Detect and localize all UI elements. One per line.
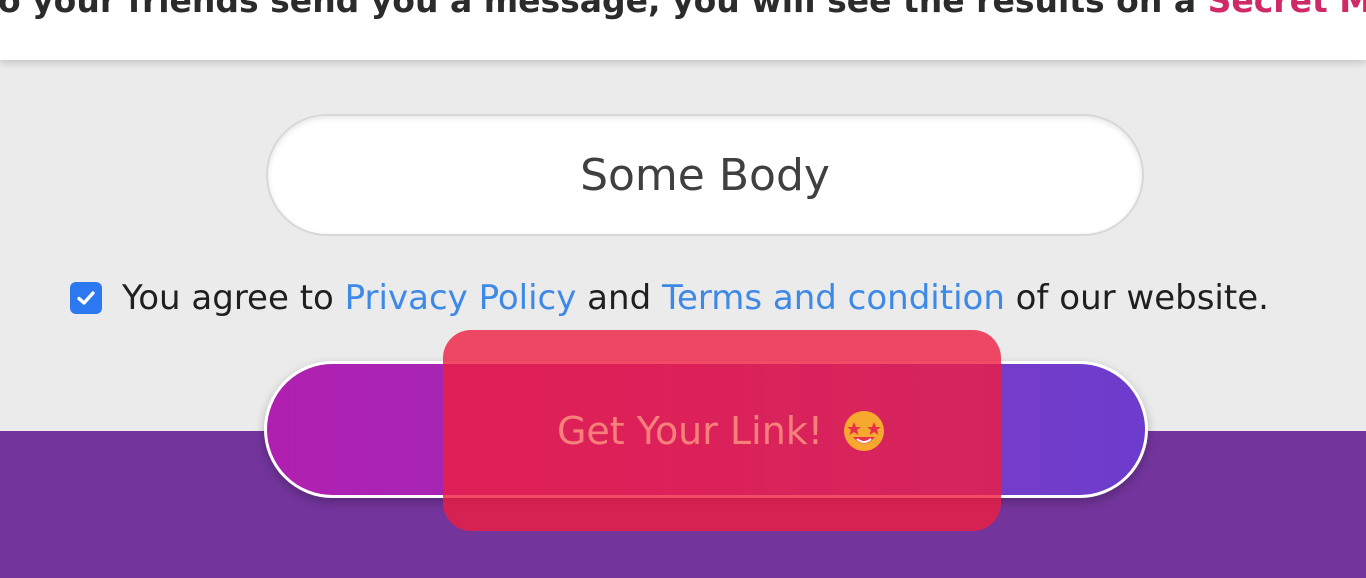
intro-card: o your friends send you a message, you w… — [0, 0, 1366, 60]
intro-text: o your friends send you a message, you w… — [0, 0, 1366, 20]
agree-checkbox[interactable] — [70, 282, 102, 314]
get-link-button-label[interactable]: Get Your Link! — [557, 408, 887, 454]
checkmark-icon — [77, 291, 95, 305]
agreement-row: You agree to Privacy Policy and Terms an… — [70, 278, 1360, 318]
highlight-overlay: Get Your Link! — [443, 330, 1001, 531]
star-struck-emoji-icon — [844, 410, 885, 451]
secret-message-wall-link[interactable]: Secret Message Wall — [1208, 0, 1366, 20]
intro-text-start: o your friends send you a message, you w… — [0, 0, 1208, 20]
agreement-text-and: and — [576, 278, 662, 318]
name-input[interactable] — [266, 114, 1144, 236]
privacy-policy-link[interactable]: Privacy Policy — [345, 278, 577, 318]
terms-link[interactable]: Terms and condition — [662, 278, 1005, 318]
agreement-text: You agree to Privacy Policy and Terms an… — [122, 278, 1269, 318]
agreement-text-end: of our website. — [1004, 278, 1269, 318]
agreement-text-start: You agree to — [122, 278, 345, 318]
cta-label-text: Get Your Link! — [556, 408, 824, 453]
